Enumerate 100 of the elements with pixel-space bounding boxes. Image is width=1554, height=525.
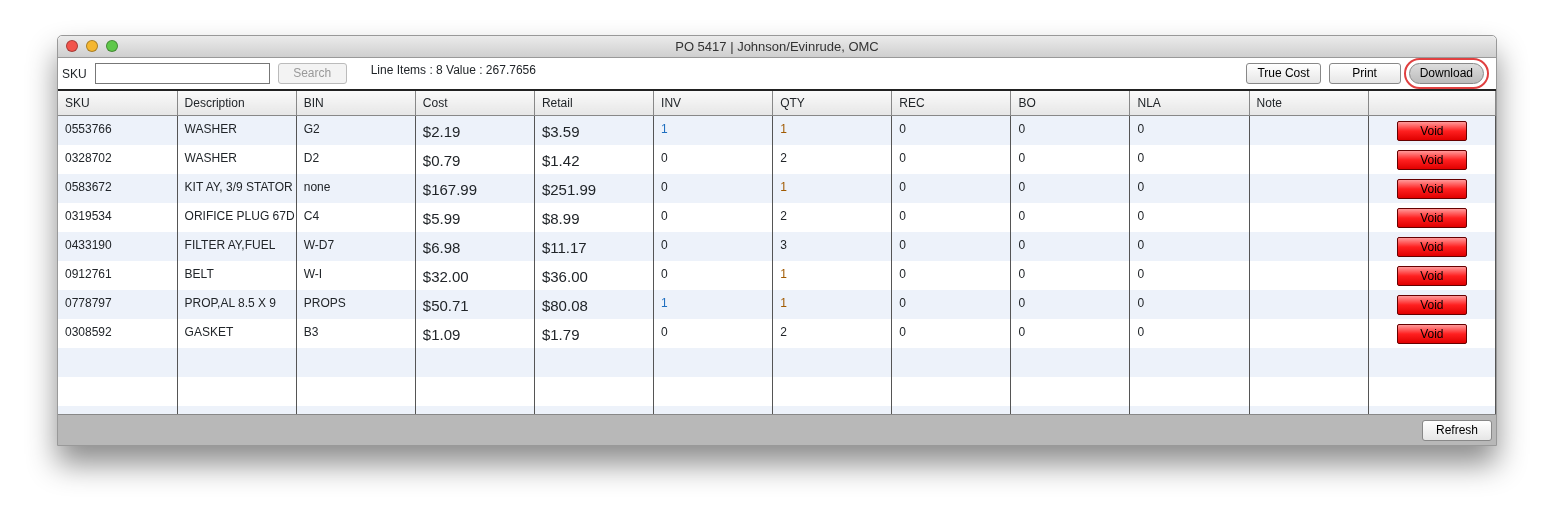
table-cell: 0778797 xyxy=(58,289,178,319)
void-button[interactable]: Void xyxy=(1396,323,1467,344)
table-cell: 0 xyxy=(653,144,773,174)
table-cell: 1 xyxy=(653,289,773,319)
column-header: QTY xyxy=(772,91,892,116)
column-header: INV xyxy=(653,91,773,116)
table-cell: $1.79 xyxy=(534,318,654,348)
table-cell: 0 xyxy=(891,260,1011,290)
table-cell: 1 xyxy=(772,115,892,145)
table-cell: 0 xyxy=(891,173,1011,203)
toolbar-button[interactable]: Print xyxy=(1328,63,1401,84)
table-cell: $1.42 xyxy=(534,144,654,174)
table-cell: GASKET xyxy=(177,318,297,348)
table-cell: 0433190 xyxy=(58,231,178,261)
table-cell: WASHER xyxy=(177,144,297,174)
table-cell: $2.19 xyxy=(415,115,535,145)
table-cell: 0 xyxy=(1130,318,1250,348)
table-cell: $32.00 xyxy=(415,260,535,290)
void-button[interactable]: Void xyxy=(1396,121,1467,141)
table-cell: 3 xyxy=(772,231,892,261)
table-cell: none xyxy=(296,173,416,203)
table-cell: C4 xyxy=(296,202,416,232)
table-cell: 0 xyxy=(1130,231,1250,261)
table-cell: $11.17 xyxy=(534,231,654,261)
void-button[interactable]: Void xyxy=(1396,207,1467,228)
column-header: Note xyxy=(1249,91,1369,116)
table-cell: 0583672 xyxy=(58,173,178,203)
table-cell: 0 xyxy=(1130,260,1250,290)
table-cell: 0 xyxy=(891,202,1011,232)
table-cell: 0 xyxy=(653,231,773,261)
table-cell: 0 xyxy=(891,115,1011,145)
void-button[interactable]: Void xyxy=(1396,294,1467,315)
table-cell: PROPS xyxy=(296,289,416,319)
zoom-button[interactable] xyxy=(106,40,118,52)
column-header: Description xyxy=(177,91,297,116)
table-cell: 0 xyxy=(1010,260,1130,290)
table-cell: 0553766 xyxy=(58,115,178,145)
table-cell: G2 xyxy=(296,115,416,145)
close-button[interactable] xyxy=(66,40,78,52)
summary-text: Line Items : 8 Value : 267.7656 xyxy=(370,61,536,79)
table-cell: 0 xyxy=(1010,144,1130,174)
toolbar-button[interactable]: True Cost xyxy=(1246,63,1321,84)
table-cell: $167.99 xyxy=(415,173,535,203)
table-cell: 0 xyxy=(653,260,773,290)
table-cell: 0 xyxy=(891,318,1011,348)
table-cell: $80.08 xyxy=(534,289,654,319)
table-cell: W-I xyxy=(296,260,416,290)
table-cell: 0308592 xyxy=(58,318,178,348)
table-cell: W-D7 xyxy=(296,231,416,261)
void-button[interactable]: Void xyxy=(1396,178,1467,199)
window-title: PO 5417 | Johnson/Evinrude, OMC xyxy=(675,37,879,56)
column-header: SKU xyxy=(58,91,178,116)
table-cell: 0 xyxy=(1130,115,1250,145)
table-cell: B3 xyxy=(296,318,416,348)
table-cell: 0328702 xyxy=(58,144,178,174)
table-cell: 0 xyxy=(653,202,773,232)
column-header: BO xyxy=(1010,91,1130,116)
table-cell: 0 xyxy=(1010,115,1130,145)
column-header: REC xyxy=(891,91,1011,116)
table-cell: 0 xyxy=(1130,289,1250,319)
sku-field[interactable] xyxy=(94,63,270,84)
table-cell: 2 xyxy=(772,144,892,174)
column-header: Cost xyxy=(415,91,535,116)
table-cell: $50.71 xyxy=(415,289,535,319)
column-header: Retail xyxy=(534,91,654,116)
table-cell: D2 xyxy=(296,144,416,174)
table-cell: WASHER xyxy=(177,115,297,145)
void-button[interactable]: Void xyxy=(1396,265,1467,286)
table-cell: 0 xyxy=(1010,289,1130,319)
table-cell: 0 xyxy=(653,318,773,348)
table-cell: 0 xyxy=(1010,231,1130,261)
table-cell: 1 xyxy=(772,289,892,319)
table-cell: KIT AY, 3/9 STATOR xyxy=(177,173,297,203)
table-cell: BELT xyxy=(177,260,297,290)
void-button[interactable]: Void xyxy=(1396,149,1467,170)
table-cell: 0 xyxy=(1130,173,1250,203)
table-cell: 0 xyxy=(1130,202,1250,232)
void-button[interactable]: Void xyxy=(1396,236,1467,257)
table-cell: 0319534 xyxy=(58,202,178,232)
table-cell: 0 xyxy=(891,144,1011,174)
column-header: NLA xyxy=(1130,91,1250,116)
table-cell: 1 xyxy=(653,115,773,145)
table-cell: 1 xyxy=(772,260,892,290)
table-cell: 2 xyxy=(772,318,892,348)
table-cell: 0912761 xyxy=(58,260,178,290)
refresh-button[interactable]: Refresh xyxy=(1422,419,1492,441)
table-cell: $8.99 xyxy=(534,202,654,232)
table-cell: $6.98 xyxy=(415,231,535,261)
column-header: BIN xyxy=(296,91,416,116)
table-cell: $36.00 xyxy=(534,260,654,290)
table-cell: 0 xyxy=(1010,173,1130,203)
table-cell: $3.59 xyxy=(534,115,654,145)
table-cell: $0.79 xyxy=(415,144,535,174)
table-cell: 0 xyxy=(1130,144,1250,174)
minimize-button[interactable] xyxy=(86,40,98,52)
table-cell: ORIFICE PLUG 67D xyxy=(177,202,297,232)
table-cell: FILTER AY,FUEL xyxy=(177,231,297,261)
table-cell: 0 xyxy=(1010,318,1130,348)
table-cell: $5.99 xyxy=(415,202,535,232)
table-cell: 2 xyxy=(772,202,892,232)
